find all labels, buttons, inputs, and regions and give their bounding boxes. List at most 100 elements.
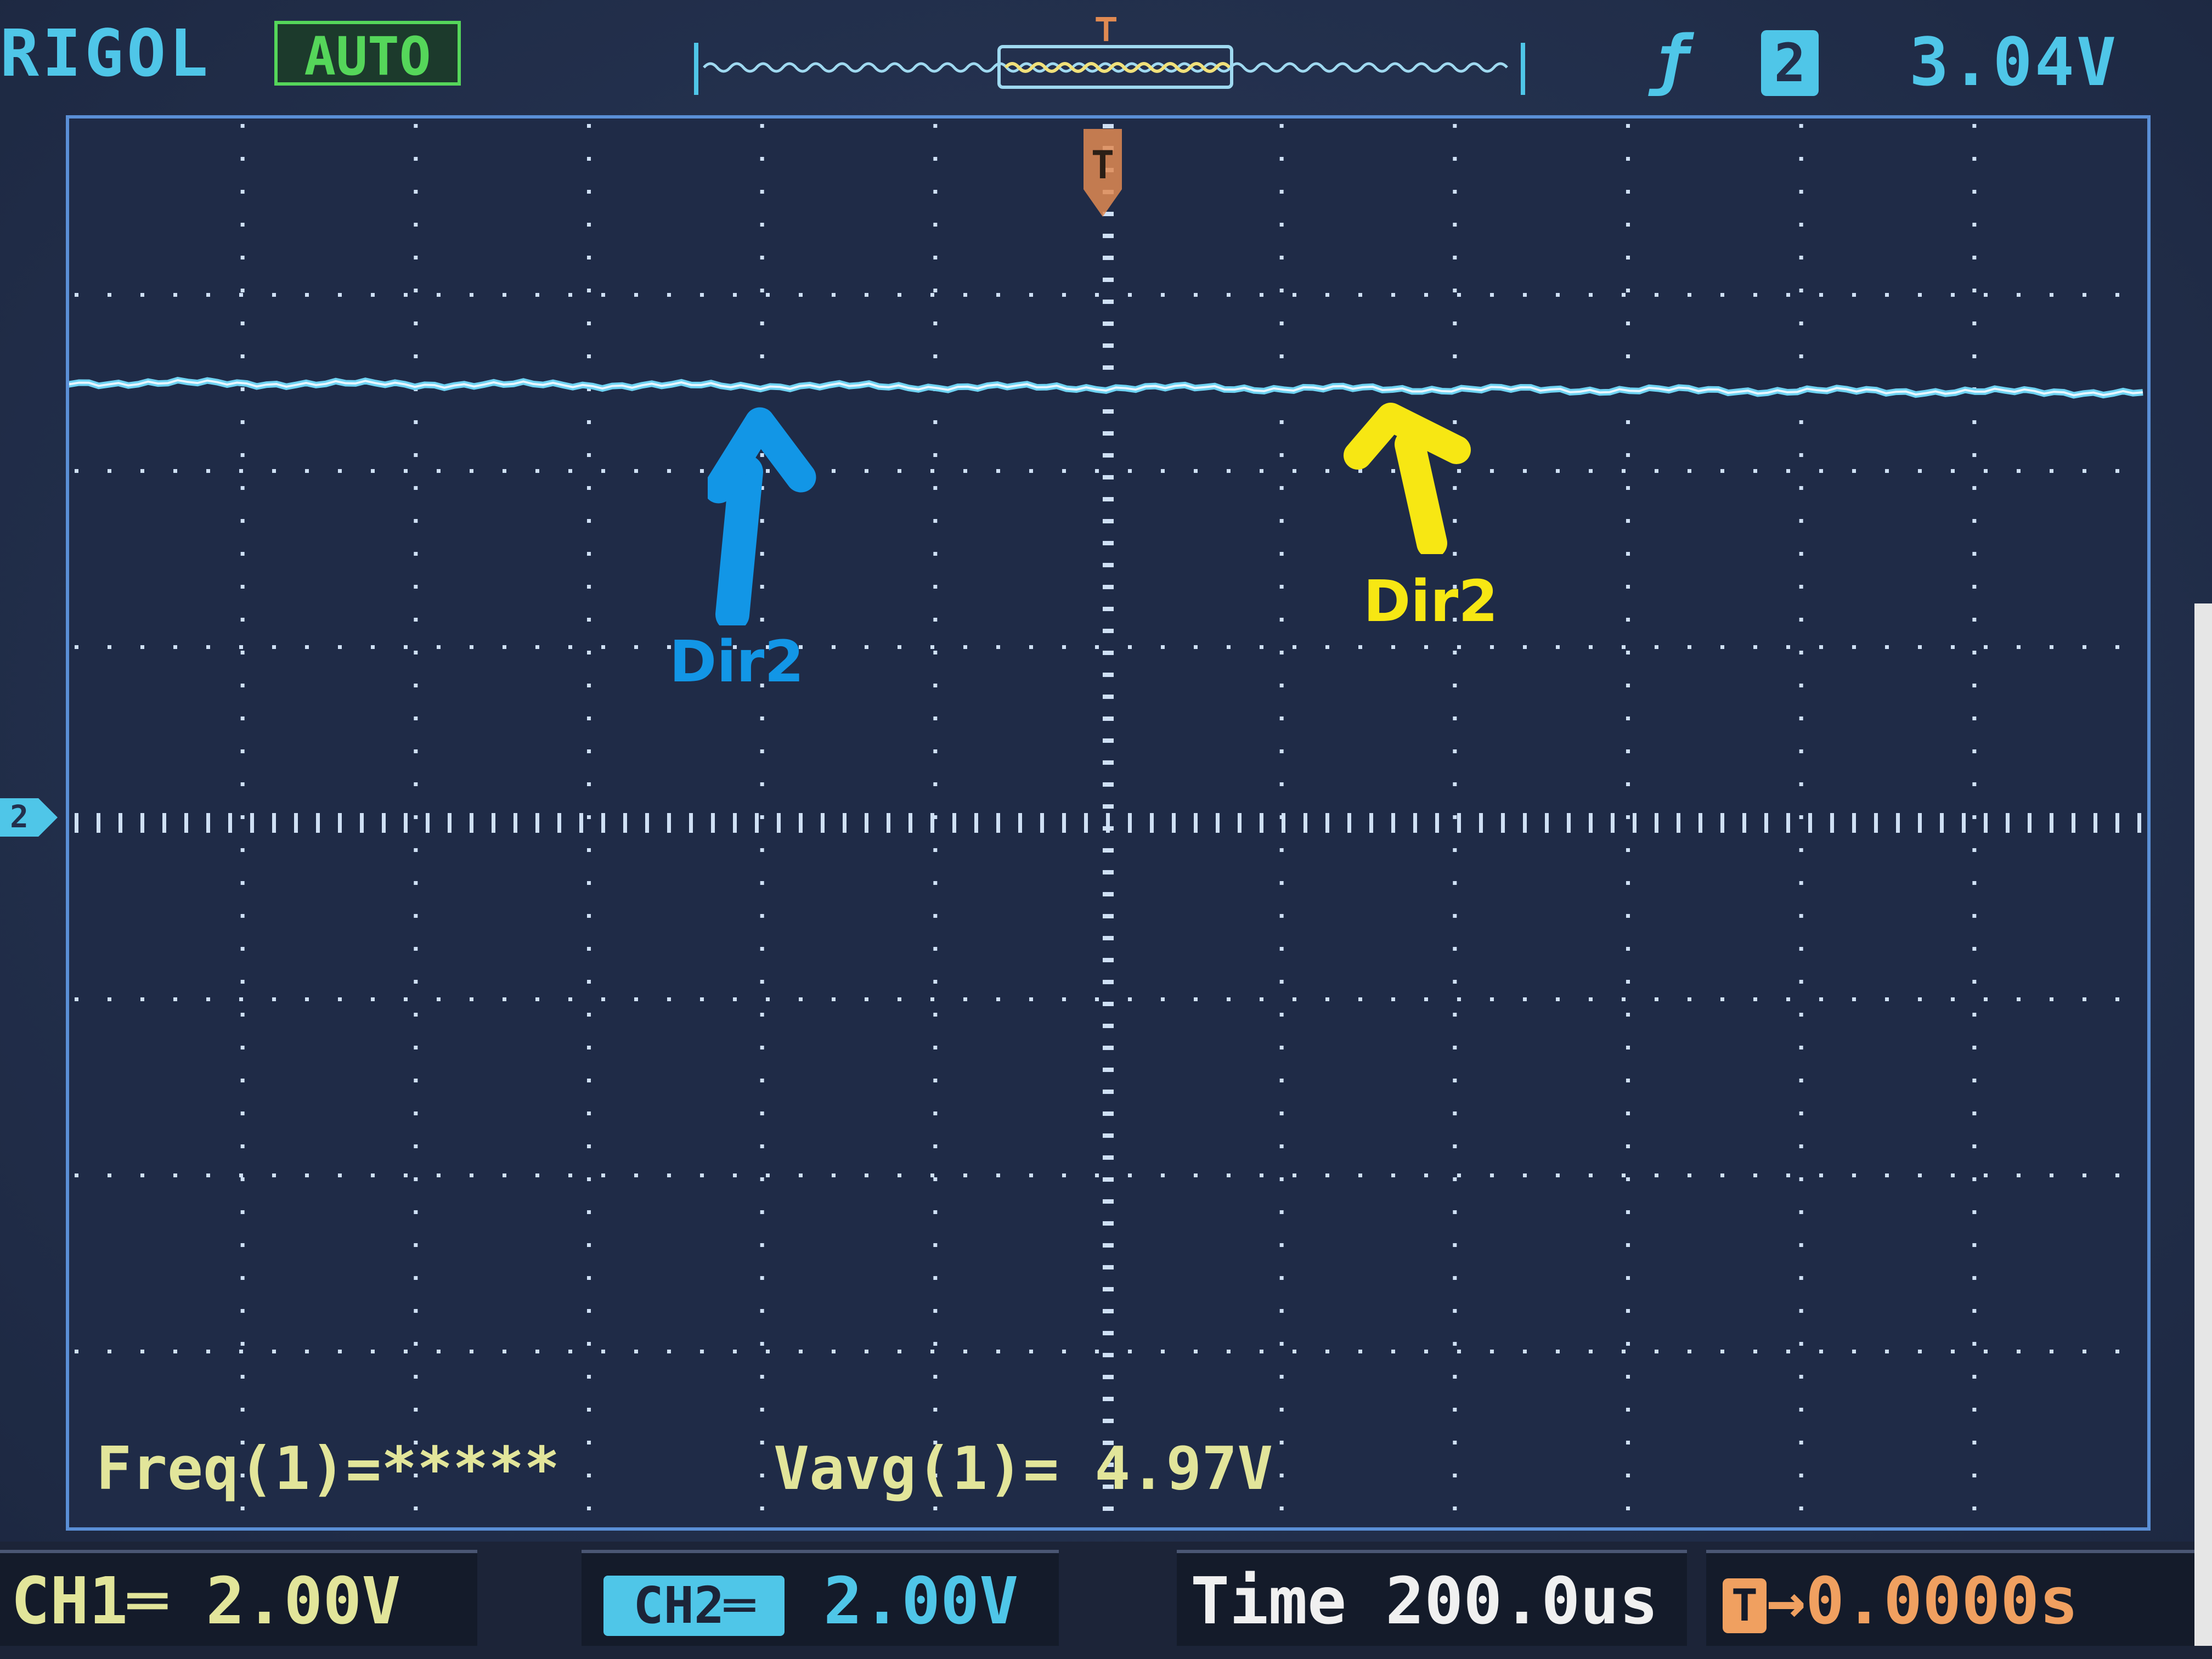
grid-dot	[206, 1173, 210, 1177]
grid-dot	[1453, 1309, 1457, 1313]
center-horizontal-tick	[1457, 813, 1461, 833]
grid-dot	[1523, 1173, 1527, 1177]
grid-dot	[1556, 1350, 1560, 1353]
grid-dot	[587, 1046, 591, 1049]
grid-dot	[1972, 1342, 1977, 1346]
grid-dot	[865, 1173, 868, 1177]
grid-dot	[760, 289, 764, 292]
grid-dot	[1799, 1506, 1803, 1510]
grid-dot	[1972, 782, 1977, 786]
grid-dot	[1279, 1309, 1284, 1313]
grid-dot	[1490, 645, 1494, 649]
center-horizontal-tick	[162, 813, 166, 833]
svg-text:2: 2	[10, 799, 29, 835]
grid-dot	[75, 997, 78, 1001]
grid-dot	[760, 1408, 764, 1412]
grid-dot	[414, 157, 418, 161]
grid-dot	[760, 1243, 764, 1247]
center-horizontal-tick	[250, 813, 254, 833]
center-vertical-tick	[1103, 343, 1114, 348]
grid-dot	[1622, 997, 1626, 1001]
grid-dot	[1852, 997, 1856, 1001]
grid-dot	[1626, 1474, 1630, 1477]
grid-dot	[1918, 645, 1922, 649]
grid-dot	[240, 914, 245, 918]
grid-dot	[1972, 716, 1977, 720]
center-vertical-tick	[1103, 760, 1114, 765]
grid-dot	[601, 1350, 605, 1353]
grid-dot	[2115, 1350, 2119, 1353]
grid-dot	[1688, 1350, 1691, 1353]
grid-dot	[587, 256, 591, 259]
grid-dot	[1279, 190, 1284, 194]
grid-dot	[1786, 997, 1790, 1001]
grid-dot	[930, 469, 934, 473]
center-horizontal-tick	[2028, 813, 2032, 833]
timebase-readout[interactable]: Time 200.0us	[1177, 1550, 1687, 1646]
center-horizontal-tick	[1545, 813, 1549, 833]
grid-dot	[240, 1276, 245, 1280]
grid-dot	[933, 1276, 938, 1280]
grid-dot	[933, 223, 938, 227]
grid-dot	[1626, 321, 1630, 325]
grid-dot	[667, 1173, 671, 1177]
grid-dot	[760, 815, 764, 819]
center-horizontal-tick	[535, 813, 539, 833]
grid-dot	[700, 1173, 704, 1177]
grid-dot	[568, 1173, 572, 1177]
center-horizontal-tick	[119, 813, 122, 833]
grid-dot	[1227, 293, 1231, 297]
center-vertical-tick	[1103, 1331, 1114, 1335]
grid-dot	[1457, 997, 1461, 1001]
grid-dot	[414, 354, 418, 358]
grid-dot	[1972, 519, 1977, 523]
center-horizontal-tick	[1413, 813, 1417, 833]
center-vertical-tick	[1103, 1046, 1114, 1050]
grid-dot	[1720, 1173, 1724, 1177]
grid-dot	[1626, 947, 1630, 951]
grid-dot	[1626, 684, 1630, 687]
grid-dot	[587, 1375, 591, 1379]
center-vertical-tick	[1103, 300, 1114, 304]
center-horizontal-tick	[1589, 813, 1593, 833]
grid-dot	[1325, 645, 1329, 649]
channel2-scale[interactable]: CH2═ 2.00V	[582, 1550, 1059, 1646]
grid-dot	[1556, 645, 1560, 649]
grid-dot	[832, 645, 836, 649]
grid-dot	[1128, 645, 1132, 649]
grid-dot	[1972, 157, 1977, 161]
grid-dot	[1453, 848, 1457, 852]
grid-dot	[933, 749, 938, 753]
channel1-scale[interactable]: CH1═ 2.00V	[0, 1550, 477, 1646]
center-vertical-tick	[1103, 519, 1114, 523]
grid-dot	[240, 848, 245, 852]
grid-dot	[1279, 1441, 1284, 1444]
grid-dot	[1626, 848, 1630, 852]
grid-dot	[1885, 469, 1889, 473]
grid-dot	[437, 1350, 441, 1353]
trigger-position-top-icon: ⊤	[1094, 5, 1118, 50]
grid-dot	[1799, 124, 1803, 128]
grid-dot	[1453, 190, 1457, 194]
grid-dot	[108, 1350, 111, 1353]
grid-dot	[587, 684, 591, 687]
trigger-offset-readout[interactable]: T →0.0000s	[1706, 1550, 2211, 1646]
grid-dot	[1279, 1474, 1284, 1477]
grid-dot	[1753, 645, 1757, 649]
grid-dot	[832, 1173, 836, 1177]
grid-dot	[437, 469, 441, 473]
grid-dot	[933, 651, 938, 654]
grid-dot	[760, 1210, 764, 1214]
center-vertical-tick	[1103, 1243, 1114, 1248]
grid-dot	[832, 293, 836, 297]
center-horizontal-tick	[1062, 813, 1066, 833]
grid-dot	[1453, 1210, 1457, 1214]
grid-dot	[667, 997, 671, 1001]
grid-dot	[1799, 321, 1803, 325]
grid-dot	[1799, 1079, 1803, 1082]
grid-dot	[1128, 1350, 1132, 1353]
grid-dot	[1457, 645, 1461, 649]
center-horizontal-tick	[909, 813, 912, 833]
grid-dot	[1453, 256, 1457, 259]
grid-dot	[239, 1173, 243, 1177]
